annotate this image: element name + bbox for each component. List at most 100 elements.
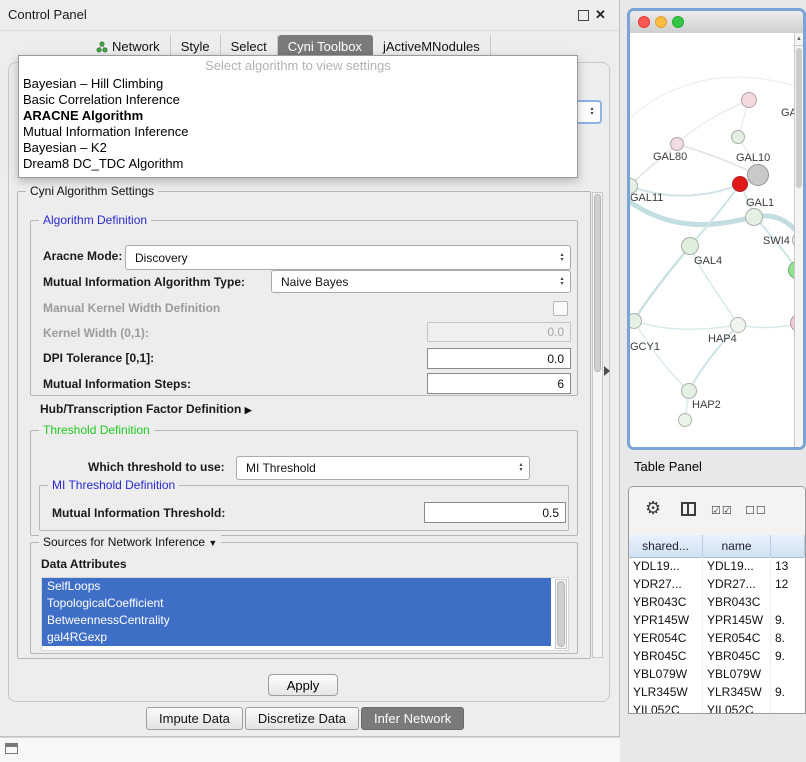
network-scrollbar-thumb[interactable]: [796, 48, 802, 188]
algorithm-option[interactable]: Basic Correlation Inference: [19, 92, 577, 108]
dock-panel-icon[interactable]: [5, 743, 18, 754]
table-cell: YLR345W: [703, 683, 771, 701]
algorithm-option[interactable]: Bayesian – Hill Climbing: [19, 76, 577, 92]
network-view-window: GALGAL80GAL10GAL11GAL1SWI4GAL4GCY1HAP4HA…: [627, 8, 806, 450]
apply-button[interactable]: Apply: [268, 674, 338, 696]
close-traffic-light-icon[interactable]: [638, 16, 650, 28]
hub-definition-label: Hub/Transcription Factor Definition: [40, 402, 241, 416]
table-cell: YDR27...: [629, 575, 703, 593]
combo-spinner-icon: ▴▾: [584, 102, 600, 122]
table-row[interactable]: YER054CYER054C8.: [629, 629, 805, 647]
settings-scrollbar-thumb[interactable]: [594, 194, 601, 372]
expand-right-icon: ▶: [245, 405, 252, 415]
table-row[interactable]: YDL19...YDL19...13: [629, 557, 805, 575]
network-node[interactable]: [681, 383, 697, 399]
network-node[interactable]: [670, 137, 684, 151]
bottom-tab-discretize-data[interactable]: Discretize Data: [245, 707, 359, 730]
dpi-tolerance-field[interactable]: 0.0: [427, 348, 571, 369]
hub-definition-toggle[interactable]: Hub/Transcription Factor Definition ▶: [40, 402, 252, 416]
settings-scrollbar[interactable]: [592, 192, 603, 658]
network-scrollbar[interactable]: ▲: [794, 33, 803, 447]
table-row[interactable]: YBL079WYBL079W: [629, 665, 805, 683]
node-label: GAL10: [736, 152, 770, 164]
desktop: Control Panel ✕ NetworkStyleSelectCyni T…: [0, 0, 806, 762]
float-window-icon[interactable]: [578, 10, 589, 21]
table-cell: 12: [771, 575, 805, 593]
control-panel-window: Control Panel ✕ NetworkStyleSelectCyni T…: [0, 0, 620, 737]
network-node[interactable]: [732, 176, 748, 192]
combo-spinner-icon: ▴▾: [513, 457, 529, 479]
column-header[interactable]: shared...: [629, 535, 703, 557]
kernel-width-field[interactable]: 0.0: [427, 322, 571, 342]
mi-algorithm-type-combobox[interactable]: Naive Bayes ▴▾: [271, 270, 571, 293]
checked-boxes-icon[interactable]: ☑☑: [711, 504, 733, 517]
unchecked-boxes-icon[interactable]: ☐☐: [745, 504, 767, 517]
network-node[interactable]: [747, 164, 769, 186]
mi-steps-label: Mutual Information Steps:: [43, 377, 191, 391]
which-threshold-combobox[interactable]: MI Threshold ▴▾: [236, 456, 530, 480]
algorithm-option[interactable]: ARACNE Algorithm: [19, 108, 577, 124]
table-cell: YBR043C: [629, 593, 703, 611]
panel-collapse-arrow-icon[interactable]: [604, 366, 610, 376]
table-row[interactable]: YPR145WYPR145W9.: [629, 611, 805, 629]
network-icon: [96, 41, 108, 53]
network-canvas[interactable]: GALGAL80GAL10GAL11GAL1SWI4GAL4GCY1HAP4HA…: [630, 33, 794, 447]
aracne-mode-combobox[interactable]: Discovery ▴▾: [125, 245, 571, 270]
column-header[interactable]: [771, 535, 805, 557]
algorithm-dropdown-popup: Select algorithm to view settings Bayesi…: [18, 55, 578, 178]
node-label: GCY1: [630, 341, 660, 353]
data-attribute-item[interactable]: gal4RGexp: [42, 629, 551, 646]
panel-title: Control Panel: [8, 7, 87, 22]
table-cell: 13: [771, 557, 805, 575]
combo-spinner-icon: ▴▾: [554, 271, 570, 292]
data-attribute-item[interactable]: SelfLoops: [42, 578, 551, 595]
table-cell: YBR045C: [703, 647, 771, 665]
table-cell: 9.: [771, 611, 805, 629]
network-node[interactable]: [745, 208, 763, 226]
aracne-mode-label: Aracne Mode:: [43, 249, 122, 263]
table-row[interactable]: YIL052CYIL052C: [629, 701, 805, 713]
table-row[interactable]: YBR045CYBR045C9.: [629, 647, 805, 665]
network-node[interactable]: [678, 413, 692, 427]
algorithm-option[interactable]: Mutual Information Inference: [19, 124, 577, 140]
manual-kernel-width-label: Manual Kernel Width Definition: [43, 301, 220, 315]
node-label: HAP2: [692, 399, 721, 411]
table-cell: YLR345W: [629, 683, 703, 701]
data-attribute-item[interactable]: TopologicalCoefficient: [42, 595, 551, 612]
zoom-traffic-light-icon[interactable]: [672, 16, 684, 28]
data-attribute-item[interactable]: BetweennessCentrality: [42, 612, 551, 629]
bottom-tab-impute-data[interactable]: Impute Data: [146, 707, 243, 730]
mi-threshold-field[interactable]: 0.5: [424, 502, 566, 523]
collapse-down-icon: ▼: [208, 538, 217, 548]
table-row[interactable]: YBR043CYBR043C: [629, 593, 805, 611]
data-attributes-list[interactable]: SelfLoopsTopologicalCoefficientBetweenne…: [41, 577, 569, 651]
scroll-up-icon[interactable]: ▲: [795, 33, 803, 46]
close-icon[interactable]: ✕: [595, 7, 606, 23]
network-node[interactable]: [741, 92, 757, 108]
network-node[interactable]: [731, 130, 745, 144]
manual-kernel-width-checkbox[interactable]: [553, 301, 568, 316]
gear-icon[interactable]: ⚙: [645, 498, 661, 519]
network-node[interactable]: [681, 237, 699, 255]
dpi-tolerance-label: DPI Tolerance [0,1]:: [43, 351, 154, 365]
columns-icon[interactable]: [681, 502, 696, 516]
list-scrollbar[interactable]: [555, 579, 567, 649]
table-cell: YBL079W: [629, 665, 703, 683]
minimize-traffic-light-icon[interactable]: [655, 16, 667, 28]
node-label: GAL80: [653, 151, 687, 163]
table-row[interactable]: YLR345WYLR345W9.: [629, 683, 805, 701]
network-window-titlebar[interactable]: [630, 11, 803, 34]
kernel-width-label: Kernel Width (0,1):: [43, 326, 149, 340]
table-cell: YBR043C: [703, 593, 771, 611]
table-row[interactable]: YDR27...YDR27...12: [629, 575, 805, 593]
network-node[interactable]: [730, 317, 746, 333]
sources-group-title[interactable]: Sources for Network Inference ▼: [39, 535, 221, 549]
algorithm-popup-list: Bayesian – Hill ClimbingBasic Correlatio…: [19, 76, 577, 172]
algorithm-option[interactable]: Dream8 DC_TDC Algorithm: [19, 156, 577, 172]
combo-spinner-icon: ▴▾: [554, 246, 570, 269]
column-header[interactable]: name: [703, 535, 771, 557]
table-cell: 8.: [771, 629, 805, 647]
bottom-tab-infer-network[interactable]: Infer Network: [361, 707, 464, 730]
mi-steps-field[interactable]: 6: [427, 373, 571, 394]
algorithm-option[interactable]: Bayesian – K2: [19, 140, 577, 156]
